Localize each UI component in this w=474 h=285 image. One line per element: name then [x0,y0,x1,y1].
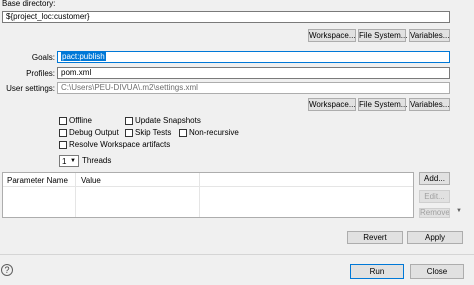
column-divider [199,173,200,217]
parameter-table[interactable]: Parameter Name Value [2,172,414,218]
column-header-parameter-name[interactable]: Parameter Name [7,175,68,186]
vertical-scrollbar[interactable]: ▼ [455,0,463,218]
threads-label: Threads [82,156,112,165]
settings-workspace-button[interactable]: Workspace... [308,98,356,111]
non-recursive-label: Non-recursive [189,128,239,137]
scroll-down-arrow-icon[interactable]: ▼ [456,206,462,217]
threads-value: 1 [62,157,67,166]
apply-button[interactable]: Apply [407,231,463,244]
non-recursive-checkbox[interactable] [179,129,187,137]
threads-select[interactable]: 1 ▼ [59,155,79,167]
settings-file-system-button[interactable]: File System... [358,98,407,111]
remove-parameter-button[interactable]: Remove [419,208,450,218]
close-button[interactable]: Close [410,264,464,279]
base-workspace-button[interactable]: Workspace... [308,29,356,42]
debug-output-checkbox[interactable] [59,129,67,137]
run-button[interactable]: Run [350,264,404,279]
column-header-value[interactable]: Value [81,175,101,186]
profiles-label: Profiles: [26,69,55,78]
chevron-down-icon: ▼ [70,158,76,164]
skip-tests-checkbox[interactable] [125,129,133,137]
base-directory-label: Base directory: [2,0,56,8]
debug-output-label: Debug Output [69,128,119,137]
resolve-workspace-label: Resolve Workspace artifacts [69,140,171,149]
update-snapshots-checkbox[interactable] [125,117,133,125]
skip-tests-label: Skip Tests [135,128,172,137]
goals-input[interactable]: pact:publish [57,51,450,63]
column-divider [75,173,76,217]
parameter-table-header: Parameter Name Value [3,173,413,187]
goals-value: pact:publish [61,52,106,61]
add-parameter-button[interactable]: Add... [419,172,450,185]
footer-divider [0,254,474,255]
edit-parameter-button[interactable]: Edit... [419,190,450,203]
offline-label: Offline [69,116,92,125]
goals-label: Goals: [31,53,55,62]
base-directory-input[interactable]: ${project_loc:customer} [2,11,450,23]
resolve-workspace-checkbox[interactable] [59,141,67,149]
base-file-system-button[interactable]: File System... [358,29,407,42]
base-variables-button[interactable]: Variables... [409,29,450,42]
user-settings-input[interactable]: C:\Users\PEU-DIVUA\.m2\settings.xml [57,82,450,94]
profiles-input[interactable]: pom.xml [57,67,450,79]
offline-checkbox[interactable] [59,117,67,125]
revert-button[interactable]: Revert [347,231,403,244]
user-settings-label: User settings: [6,84,55,93]
settings-variables-button[interactable]: Variables... [409,98,450,111]
help-icon[interactable]: ? [1,264,13,276]
update-snapshots-label: Update Snapshots [135,116,201,125]
